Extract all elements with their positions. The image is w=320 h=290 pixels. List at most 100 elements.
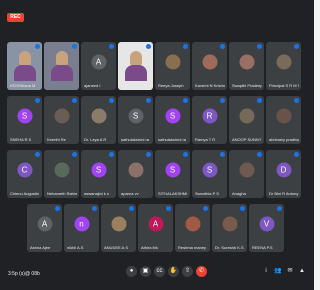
participant-name: Dr. Leya A R [84,137,107,142]
muted-mic-icon [294,98,299,103]
participant-tile[interactable]: Reeya Joseph [155,42,190,90]
muted-mic-icon [146,152,151,157]
muted-mic-icon [109,44,114,49]
participant-tile[interactable]: Saswanajini k s [81,150,116,198]
participant-tile[interactable]: KEERthana M [7,42,42,90]
muted-mic-icon [183,98,188,103]
participant-tile[interactable]: Nehameth Rahim [44,150,79,198]
participant-tile[interactable]: Ssathulakshmi ra [155,96,190,144]
leave-call-button[interactable]: ✆ [196,266,207,277]
muted-mic-icon [257,152,262,157]
participant-tile[interactable]: Anagha [229,150,264,198]
participant-photo [128,162,143,178]
participant-name: ANUDEE A.S [104,245,129,250]
muted-mic-icon [257,44,262,49]
phone-hangup-icon: ✆ [198,268,205,274]
participant-video-body [13,65,36,82]
participant-tile[interactable]: ANUDEE A.S [101,204,136,252]
participant-name: SNEHA R K [10,137,32,142]
participant-tile[interactable]: Reshma maney [175,204,210,252]
participant-photo [239,54,254,70]
muted-mic-icon [35,98,40,103]
participant-tile[interactable]: San.... [118,42,153,90]
participant-tile[interactable]: S SNEHA R K [7,96,42,144]
captions-button[interactable]: cc [154,266,165,277]
captions-icon: cc [156,268,163,274]
participant-photo [111,216,126,232]
present-button[interactable]: ⇧ [182,266,193,277]
people-button[interactable]: 👥 [274,267,282,275]
participant-name: aparna vv [121,191,139,196]
participant-photo [185,216,200,232]
participant-tile[interactable]: C Chinnu Augustin [7,150,42,198]
participant-tile[interactable]: n nikhil A.S [64,204,99,252]
participant-tile[interactable]: Swapthi Pradeep [229,42,264,90]
participant-name: sathulakshmi ra [158,137,187,142]
participant-tile[interactable]: A Ashna Ajee [27,204,62,252]
participant-tile[interactable]: S SITHALAKSHMI ra... [155,150,190,198]
muted-mic-icon [146,98,151,103]
people-icon: 👥 [274,268,282,274]
muted-mic-icon [183,44,188,49]
meeting-screen: REC KEERthana M Aajaneed I San.... Reeya Jo… [0,0,314,290]
muted-mic-icon [294,44,299,49]
microphone-button[interactable]: ● [126,266,137,277]
participant-name: Reshma maney [178,245,207,250]
muted-mic-icon [109,152,114,157]
participant-tile[interactable]: abhinavy pradhap... [266,96,301,144]
participant-avatar: A [148,216,163,232]
muted-mic-icon [240,206,245,211]
participant-avatar: S [165,162,180,178]
participant-tile[interactable]: Kaverhi N Krishnab... [192,42,227,90]
microphone-icon: ● [129,268,134,274]
participant-name: Athira Ms [141,245,158,250]
muted-mic-icon [35,152,40,157]
participant-tile[interactable]: S Swanthia P S [192,150,227,198]
muted-mic-icon [146,44,151,49]
muted-mic-icon [92,206,97,211]
muted-mic-icon [129,206,134,211]
participant-photo [276,54,291,70]
participant-tile[interactable]: Keerthi Re [44,96,79,144]
participant-tile[interactable]: aparna vv [118,150,153,198]
participant-tile[interactable]: A Athira Ms [138,204,173,252]
muted-mic-icon [166,206,171,211]
participant-photo [276,108,291,124]
participant-name: Swanthia P S [195,191,219,196]
participant-video-body [124,65,147,82]
muted-mic-icon [257,98,262,103]
participant-avatar: V [259,216,274,232]
activities-button[interactable]: ▲ [298,267,306,275]
participant-tile[interactable]: Principal S R M T... [266,42,301,90]
participant-name: Dr. Sureshb K.S [215,245,244,250]
participant-name: Swapthi Pradeep [232,83,262,88]
participant-tile[interactable]: Aajaneed I [81,42,116,90]
participant-avatar: S [91,162,106,178]
muted-mic-icon [55,206,60,211]
muted-mic-icon [72,44,77,49]
raise-hand-button[interactable]: ✋ [168,266,179,277]
muted-mic-icon [220,98,225,103]
participant-name: nikhil A.S [67,245,84,250]
participant-avatar: C [17,162,32,178]
participant-tile[interactable]: Dr. Leya A R [81,96,116,144]
activities-icon: ▲ [299,268,305,274]
participant-name: Ramya T R [195,137,216,142]
participant-name: Ashna Ajee [30,245,51,250]
participant-tile[interactable]: Dr. Sureshb K.S [212,204,247,252]
participant-tile[interactable]: D Dr Bini R Antony [266,150,301,198]
participant-tile[interactable]: R Ramya T R [192,96,227,144]
present-icon: ⇧ [184,268,191,274]
meeting-details-button[interactable]: i [262,267,270,275]
participant-video-face [129,50,142,65]
chat-button[interactable]: ✉ [286,267,294,275]
participant-tile[interactable]: V REENA P.S [249,204,284,252]
muted-mic-icon [183,152,188,157]
participant-tile[interactable]: ANOOP SUNNY [229,96,264,144]
participant-tile[interactable] [44,42,79,90]
participant-name: aswanajini k s [84,191,109,196]
participant-name: San.... [121,83,133,88]
camera-button[interactable]: ▣ [140,266,151,277]
participant-tile[interactable]: Ssathulakshmi ra [118,96,153,144]
participant-name: KEERthana M [10,83,36,88]
